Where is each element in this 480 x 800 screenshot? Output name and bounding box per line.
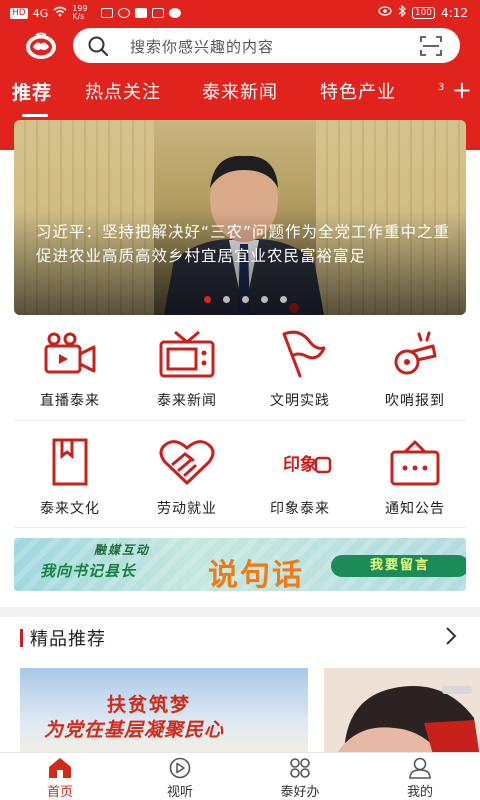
- grid-label: 通知公告: [385, 501, 445, 517]
- grid-label: 直播泰来: [40, 393, 100, 409]
- message-ad-banner[interactable]: 融媒互动 我向书记县长 说句话 我要留言: [14, 538, 466, 591]
- tab-hot[interactable]: 热点关注: [85, 78, 161, 104]
- carousel-dot[interactable]: [280, 296, 287, 303]
- battery-icon: 100: [411, 6, 436, 19]
- featured-card[interactable]: 扶贫筑梦 为党在基层凝聚民心: [20, 668, 308, 758]
- carousel-dot[interactable]: [204, 296, 211, 303]
- clock: 4:12: [441, 5, 468, 20]
- mail-icon: [152, 8, 165, 18]
- play-icon: [169, 757, 191, 779]
- grid-item-impression[interactable]: 印象 印象泰来: [245, 438, 355, 518]
- grid-icon: [290, 758, 310, 778]
- grid-item-civilization[interactable]: 文明实践: [245, 330, 355, 410]
- bluetooth-icon: [398, 4, 406, 20]
- tab-more[interactable]: 3: [438, 82, 445, 93]
- carousel-dot[interactable]: [261, 296, 268, 303]
- nav-label: 我的: [406, 785, 433, 800]
- channel-tabs: 推荐 热点关注 泰来新闻 特色产业 3 +: [0, 76, 480, 118]
- eye-icon: [378, 6, 392, 19]
- grid-item-news[interactable]: 泰来新闻: [132, 330, 242, 410]
- grid-label: 印象泰来: [270, 501, 330, 517]
- carousel-dot[interactable]: [223, 296, 230, 303]
- add-channel-button[interactable]: +: [445, 76, 472, 104]
- logo-text: 印象: [283, 454, 317, 475]
- section-marker: [20, 629, 23, 647]
- banner-caption: 习近平：坚持把解决好“三农”问题作为全党工作重中之重 促进农业高质高效乡村宜居宜…: [36, 223, 451, 265]
- nav-profile[interactable]: 我的: [380, 757, 460, 800]
- grid-item-culture[interactable]: 泰来文化: [15, 438, 125, 518]
- nav-services[interactable]: 泰好办: [260, 757, 340, 800]
- grid-label: 文明实践: [270, 393, 330, 409]
- leave-message-button[interactable]: 我要留言: [331, 555, 466, 577]
- status-right: 100 4:12: [378, 4, 468, 20]
- home-icon: [49, 758, 71, 778]
- divider: [14, 527, 466, 528]
- yinxiang-logo-icon: 印象: [283, 454, 332, 475]
- nav-home[interactable]: 首页: [20, 757, 100, 800]
- network-label: 4G: [32, 6, 49, 20]
- grid-item-employment[interactable]: 劳动就业: [132, 438, 242, 518]
- grid-item-notice[interactable]: 通知公告: [360, 438, 470, 518]
- grid-item-live[interactable]: 直播泰来: [15, 330, 125, 410]
- grid-label: 泰来新闻: [157, 393, 217, 409]
- carousel-dots: [204, 296, 287, 303]
- section-title: 精品推荐: [30, 629, 106, 650]
- app-notification-icon: [101, 8, 114, 18]
- notice-board-icon: [390, 440, 440, 486]
- section-header: 精品推荐: [0, 620, 480, 656]
- whistle-icon: [394, 331, 437, 375]
- grid-label: 泰来文化: [40, 501, 100, 517]
- app-notification-icon: [135, 8, 148, 18]
- bottom-nav: 首页 视听 泰好办 我的: [0, 752, 480, 800]
- divider: [14, 420, 466, 421]
- wifi-icon: [53, 6, 67, 20]
- net-speed: 199 K/s: [72, 4, 88, 21]
- search-icon: [87, 35, 109, 61]
- featured-card[interactable]: [324, 668, 480, 758]
- camera-icon: [44, 332, 96, 374]
- card-title-line-2: 为党在基层凝聚民心: [44, 719, 225, 741]
- search-bar[interactable]: 搜索你感兴趣的内容: [73, 28, 460, 63]
- section-gap: [0, 607, 480, 617]
- nav-media[interactable]: 视听: [140, 757, 220, 800]
- user-icon: [409, 757, 431, 779]
- ad-line-2: 我向书记县长: [40, 562, 137, 580]
- app-root: HD 4G 199 K/s 100 4:12 搜索你感兴趣的内容 推荐 热点关注…: [0, 0, 480, 800]
- chevron-right-icon[interactable]: [444, 625, 458, 651]
- chat-icon: [169, 8, 182, 18]
- status-bar: HD 4G 199 K/s 100 4:12: [0, 0, 480, 26]
- app-logo[interactable]: [24, 32, 58, 60]
- app-notification-icon: [118, 8, 131, 18]
- ad-line-1: 融媒互动: [94, 543, 151, 557]
- carousel-dot[interactable]: [242, 296, 249, 303]
- hero-banner[interactable]: 习近平：坚持把解决好“三农”问题作为全党工作重中之重 促进农业高质高效乡村宜居宜…: [14, 120, 466, 315]
- nav-label: 首页: [46, 785, 73, 800]
- book-icon: [52, 438, 88, 486]
- nav-label: 视听: [166, 785, 193, 800]
- card-title-line-1: 扶贫筑梦: [107, 694, 192, 716]
- scan-icon[interactable]: [420, 36, 442, 60]
- grid-item-whistle[interactable]: 吹哨报到: [360, 330, 470, 410]
- tab-active-indicator: [22, 114, 48, 117]
- tab-industry[interactable]: 特色产业: [320, 78, 396, 104]
- grid-label: 吹哨报到: [385, 393, 445, 409]
- flag-icon: [282, 330, 326, 378]
- nav-label: 泰好办: [280, 785, 320, 800]
- status-left: HD 4G 199 K/s: [10, 4, 182, 21]
- heart-hand-icon: [159, 440, 215, 485]
- card-photo: [324, 668, 480, 758]
- tab-recommend[interactable]: 推荐: [12, 78, 52, 105]
- tab-tailai-news[interactable]: 泰来新闻: [202, 78, 278, 104]
- search-placeholder: 搜索你感兴趣的内容: [130, 38, 275, 56]
- hd-badge: HD: [10, 7, 28, 19]
- ad-line-3: 说句话: [208, 558, 304, 591]
- grid-label: 劳动就业: [157, 501, 217, 517]
- tv-icon: [159, 330, 215, 378]
